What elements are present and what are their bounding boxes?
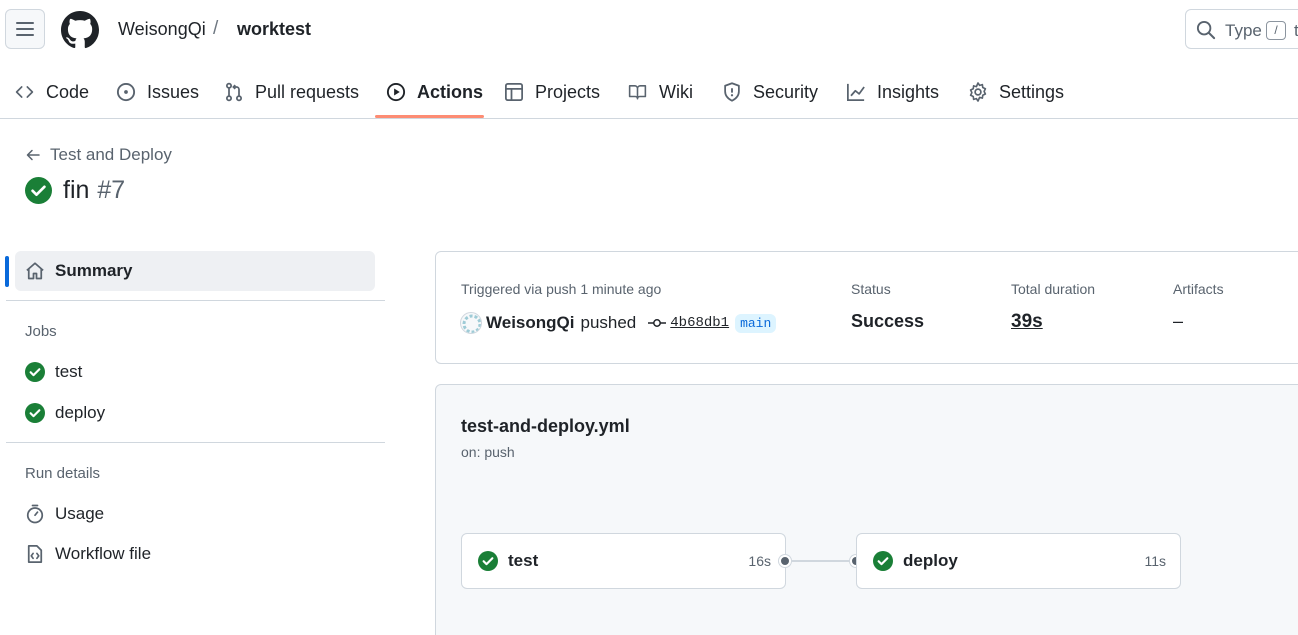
tab-code-label: Code bbox=[46, 81, 90, 102]
commit-link[interactable]: 4b68db1 bbox=[648, 315, 729, 331]
issue-icon bbox=[116, 82, 136, 102]
sidebar-run-details-heading: Run details bbox=[25, 465, 101, 482]
play-icon bbox=[386, 82, 406, 102]
sidebar-item-job-deploy[interactable]: deploy bbox=[25, 403, 105, 423]
avatar[interactable] bbox=[460, 312, 482, 334]
job-node-deploy[interactable]: deploy 11s bbox=[856, 533, 1181, 589]
tab-settings[interactable]: Settings bbox=[968, 66, 1064, 118]
sidebar-summary-label: Summary bbox=[55, 261, 133, 280]
tab-wiki[interactable]: Wiki bbox=[627, 66, 693, 118]
back-link-label: Test and Deploy bbox=[50, 145, 172, 164]
trigger-details: WeisongQi pushed 4b68db1 main bbox=[460, 312, 777, 334]
sidebar-active-indicator bbox=[5, 256, 9, 287]
check-circle-icon bbox=[25, 177, 52, 204]
sidebar-divider bbox=[6, 300, 385, 301]
sidebar-item-usage[interactable]: Usage bbox=[25, 504, 104, 524]
page-title: fin #7 bbox=[25, 176, 125, 205]
workflow-trigger: on: push bbox=[461, 444, 515, 460]
tab-wiki-label: Wiki bbox=[659, 81, 693, 102]
breadcrumb-owner-link[interactable]: WeisongQi bbox=[118, 19, 206, 40]
check-circle-icon bbox=[478, 551, 498, 571]
tab-security[interactable]: Security bbox=[722, 66, 818, 118]
tab-pull-requests-label: Pull requests bbox=[255, 81, 360, 102]
duration-label: Total duration bbox=[1011, 281, 1096, 297]
check-circle-icon bbox=[25, 362, 45, 382]
status-value: Success bbox=[851, 311, 925, 331]
repo-nav-tabs: Code Issues Pull requests Actions Projec… bbox=[0, 66, 1298, 119]
artifacts-label: Artifacts bbox=[1173, 281, 1224, 297]
job-name: deploy bbox=[903, 551, 958, 570]
sidebar-item-summary[interactable]: Summary bbox=[15, 251, 375, 291]
github-logo-icon[interactable] bbox=[61, 11, 99, 49]
graph-icon bbox=[847, 83, 865, 101]
connector-dot-out bbox=[779, 555, 791, 567]
book-icon bbox=[628, 85, 647, 100]
job-node-test[interactable]: test 16s bbox=[461, 533, 786, 589]
git-commit-icon bbox=[648, 319, 667, 327]
trigger-label: Triggered via push 1 minute ago bbox=[461, 281, 662, 297]
job-duration: 16s bbox=[748, 553, 771, 569]
gear-icon bbox=[969, 82, 987, 102]
workflow-file-name: test-and-deploy.yml bbox=[461, 416, 630, 436]
duration-link[interactable]: 39s bbox=[1011, 311, 1043, 333]
actor-link[interactable]: WeisongQi bbox=[486, 313, 574, 333]
run-number: #7 bbox=[97, 176, 126, 204]
job-duration: 11s bbox=[1144, 553, 1166, 569]
search-input[interactable]: Type / to bbox=[1185, 9, 1298, 49]
tab-projects-label: Projects bbox=[535, 81, 601, 102]
tab-actions-label: Actions bbox=[417, 81, 484, 102]
search-placeholder: Type bbox=[1225, 21, 1262, 40]
sidebar-workflow-file-label: Workflow file bbox=[55, 544, 152, 563]
actor-action: pushed bbox=[580, 313, 637, 332]
tab-insights-label: Insights bbox=[877, 81, 940, 102]
table-icon bbox=[505, 83, 523, 101]
pull-request-icon bbox=[225, 82, 243, 102]
job-name: test bbox=[508, 551, 539, 570]
breadcrumb-separator: / bbox=[213, 18, 219, 39]
artifacts-value: – bbox=[1173, 311, 1184, 331]
tab-actions[interactable]: Actions bbox=[386, 66, 483, 118]
tab-projects[interactable]: Projects bbox=[504, 66, 600, 118]
status-label: Status bbox=[851, 281, 891, 297]
run-summary-card: Triggered via push 1 minute ago WeisongQ… bbox=[435, 251, 1298, 364]
tab-code[interactable]: Code bbox=[14, 66, 89, 118]
check-circle-icon bbox=[25, 403, 45, 423]
sidebar-job-label: test bbox=[55, 362, 83, 381]
tab-pull-requests[interactable]: Pull requests bbox=[224, 66, 359, 118]
sidebar-usage-label: Usage bbox=[55, 504, 105, 523]
sidebar-item-job-test[interactable]: test bbox=[25, 362, 82, 382]
job-connector-line bbox=[786, 560, 857, 562]
tab-security-label: Security bbox=[753, 81, 819, 102]
workflow-graph-card: test-and-deploy.yml on: push test 16s de… bbox=[435, 384, 1298, 635]
sidebar-jobs-heading: Jobs bbox=[25, 323, 57, 340]
back-to-workflow-link[interactable]: Test and Deploy bbox=[25, 145, 172, 165]
sidebar-item-workflow-file[interactable]: Workflow file bbox=[25, 544, 151, 564]
avatar-identicon-icon bbox=[462, 314, 481, 333]
menu-button[interactable] bbox=[5, 9, 45, 49]
search-icon bbox=[1196, 20, 1216, 40]
tab-settings-label: Settings bbox=[999, 81, 1065, 102]
check-circle-icon bbox=[873, 551, 893, 571]
sidebar-job-label: deploy bbox=[55, 403, 106, 422]
stopwatch-icon bbox=[26, 504, 44, 524]
tab-issues[interactable]: Issues bbox=[116, 66, 199, 118]
search-shortcut-key: / bbox=[1266, 21, 1286, 40]
breadcrumb-repo-link[interactable]: worktest bbox=[237, 19, 311, 40]
search-placeholder-tail: to bbox=[1294, 21, 1298, 40]
commit-sha: 4b68db1 bbox=[670, 315, 730, 331]
branch-label[interactable]: main bbox=[735, 313, 777, 333]
code-icon bbox=[15, 86, 34, 98]
file-code-icon bbox=[27, 545, 43, 563]
sidebar-divider bbox=[6, 442, 385, 443]
active-tab-underline bbox=[375, 115, 484, 118]
arrow-left-icon bbox=[26, 149, 40, 161]
hamburger-icon bbox=[16, 22, 34, 36]
shield-icon bbox=[724, 82, 740, 102]
tab-insights[interactable]: Insights bbox=[846, 66, 939, 118]
tab-issues-label: Issues bbox=[147, 81, 200, 102]
home-icon bbox=[26, 262, 44, 280]
run-name: fin bbox=[63, 176, 90, 204]
